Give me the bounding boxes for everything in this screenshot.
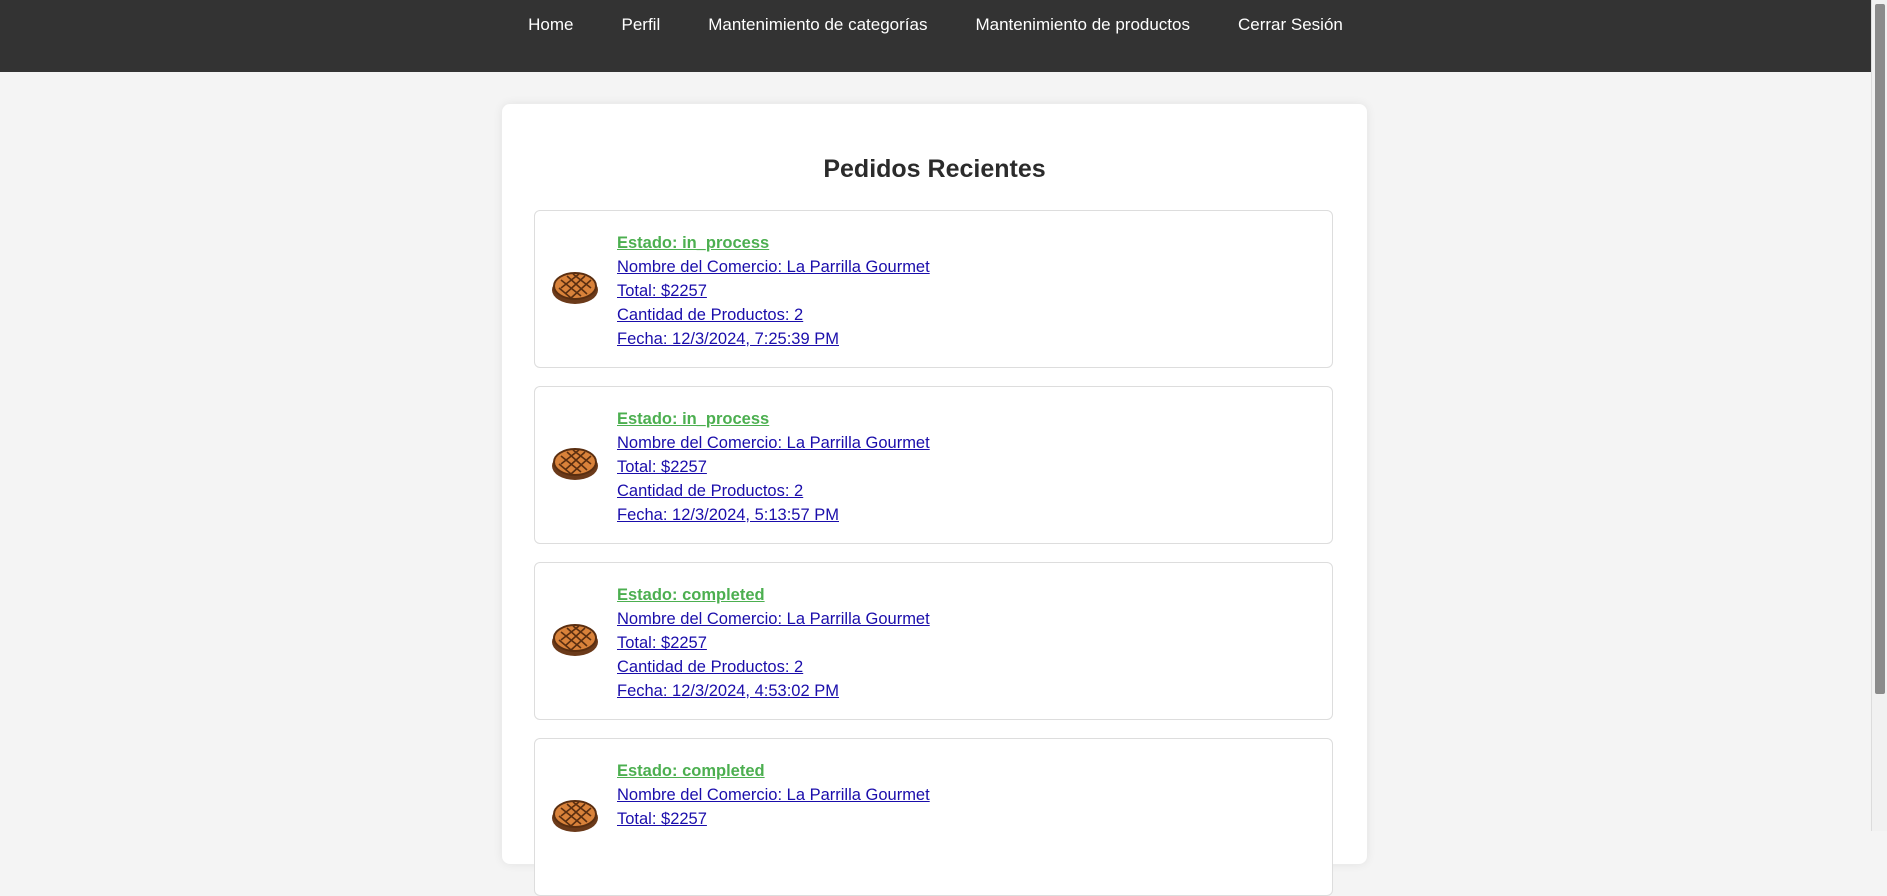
steak-icon bbox=[552, 800, 598, 832]
order-item[interactable]: Estado: completed Nombre del Comercio: L… bbox=[534, 738, 1333, 896]
order-date-link[interactable]: Fecha: 12/3/2024, 5:13:57 PM bbox=[617, 503, 930, 527]
nav-profile-link[interactable]: Perfil bbox=[621, 14, 660, 36]
nav-categories-link[interactable]: Mantenimiento de categorías bbox=[708, 14, 927, 36]
order-status-link[interactable]: Estado: completed bbox=[617, 759, 930, 783]
order-item[interactable]: Estado: in_process Nombre del Comercio: … bbox=[534, 386, 1333, 544]
order-details: Estado: in_process Nombre del Comercio: … bbox=[617, 231, 930, 351]
vertical-scrollbar[interactable] bbox=[1871, 0, 1887, 831]
order-status-link[interactable]: Estado: completed bbox=[617, 583, 930, 607]
order-item[interactable]: Estado: in_process Nombre del Comercio: … bbox=[534, 210, 1333, 368]
orders-card: Pedidos Recientes Estado: in_process Nom… bbox=[502, 104, 1367, 896]
order-status-link[interactable]: Estado: in_process bbox=[617, 231, 930, 255]
order-quantity-link[interactable]: Cantidad de Productos: 2 bbox=[617, 303, 930, 327]
order-store-link[interactable]: Nombre del Comercio: La Parrilla Gourmet bbox=[617, 607, 930, 631]
order-details: Estado: completed Nombre del Comercio: L… bbox=[617, 759, 930, 831]
nav-links: Home Perfil Mantenimiento de categorías … bbox=[0, 14, 1871, 36]
navbar: Home Perfil Mantenimiento de categorías … bbox=[0, 0, 1871, 72]
order-quantity-link[interactable]: Cantidad de Productos: 2 bbox=[617, 655, 930, 679]
order-store-link[interactable]: Nombre del Comercio: La Parrilla Gourmet bbox=[617, 255, 930, 279]
order-date-link[interactable]: Fecha: 12/3/2024, 7:25:39 PM bbox=[617, 327, 930, 351]
order-quantity-link[interactable]: Cantidad de Productos: 2 bbox=[617, 479, 930, 503]
steak-icon bbox=[552, 624, 598, 656]
order-total-link[interactable]: Total: $2257 bbox=[617, 455, 930, 479]
nav-logout-link[interactable]: Cerrar Sesión bbox=[1238, 14, 1343, 36]
order-item[interactable]: Estado: completed Nombre del Comercio: L… bbox=[534, 562, 1333, 720]
steak-icon bbox=[552, 448, 598, 480]
order-details: Estado: in_process Nombre del Comercio: … bbox=[617, 407, 930, 527]
order-details: Estado: completed Nombre del Comercio: L… bbox=[617, 583, 930, 703]
order-status-link[interactable]: Estado: in_process bbox=[617, 407, 930, 431]
order-total-link[interactable]: Total: $2257 bbox=[617, 631, 930, 655]
nav-home-link[interactable]: Home bbox=[528, 14, 573, 36]
order-total-link[interactable]: Total: $2257 bbox=[617, 807, 930, 831]
order-store-link[interactable]: Nombre del Comercio: La Parrilla Gourmet bbox=[617, 431, 930, 455]
order-date-link[interactable]: Fecha: 12/3/2024, 4:53:02 PM bbox=[617, 679, 930, 703]
order-total-link[interactable]: Total: $2257 bbox=[617, 279, 930, 303]
scrollbar-thumb[interactable] bbox=[1875, 4, 1885, 694]
nav-products-link[interactable]: Mantenimiento de productos bbox=[975, 14, 1190, 36]
order-store-link[interactable]: Nombre del Comercio: La Parrilla Gourmet bbox=[617, 783, 930, 807]
page-title: Pedidos Recientes bbox=[823, 155, 1046, 183]
steak-icon bbox=[552, 272, 598, 304]
